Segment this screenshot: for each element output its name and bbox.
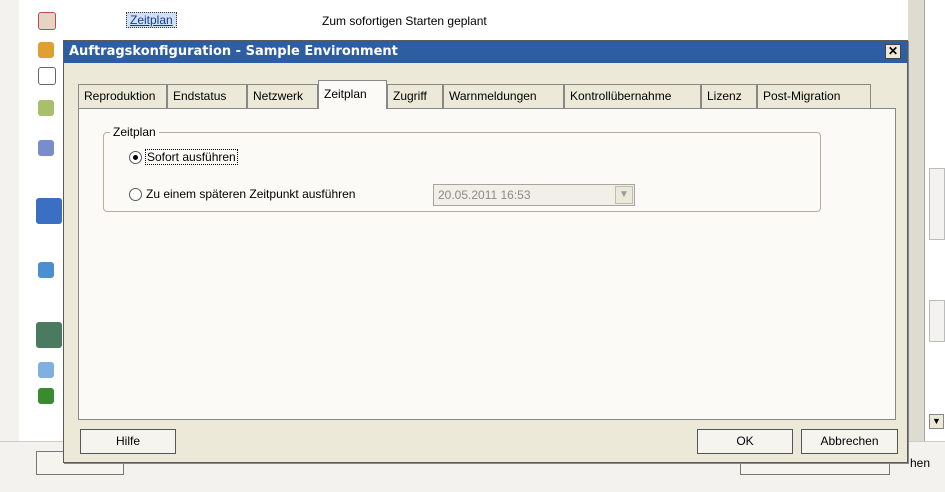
run-now-label[interactable]: Sofort ausführen	[145, 149, 238, 165]
tab-post-migration[interactable]: Post-Migration	[757, 84, 871, 108]
background-row-text: Zum sofortigen Starten geplant	[322, 14, 487, 28]
scroll-down-button[interactable]: ▼	[929, 414, 944, 429]
flag-icon[interactable]	[38, 388, 54, 404]
tab-kontrolluebernahme[interactable]: Kontrollübernahme	[564, 84, 701, 108]
background-bottom-label: hen	[910, 456, 931, 470]
background-panel-block	[929, 300, 945, 342]
users-icon[interactable]	[38, 42, 54, 58]
help-button[interactable]: Hilfe	[80, 429, 176, 454]
calendar-icon[interactable]	[38, 12, 56, 30]
gear-board-icon[interactable]	[36, 322, 62, 348]
dialog-titlebar[interactable]: Auftragskonfiguration - Sample Environme…	[64, 41, 907, 63]
run-later-label[interactable]: Zu einem späteren Zeitpunkt ausführen	[146, 187, 355, 201]
config-dialog: Auftragskonfiguration - Sample Environme…	[63, 40, 908, 463]
tab-zeitplan[interactable]: Zeitplan	[318, 80, 387, 109]
left-icon-strip	[19, 0, 64, 441]
cancel-button[interactable]: Abbrechen	[801, 429, 898, 454]
background-selected-item[interactable]: Zeitplan	[126, 12, 177, 28]
zeitplan-panel: Zeitplan Sofort ausführen Zu einem späte…	[78, 108, 896, 420]
settings-cubes-icon[interactable]	[36, 198, 62, 224]
mail-icon[interactable]	[38, 67, 56, 85]
background-panel-block	[929, 168, 945, 240]
run-later-radio[interactable]	[129, 188, 142, 201]
tab-reproduktion[interactable]: Reproduktion	[78, 84, 167, 108]
tab-zugriff[interactable]: Zugriff	[387, 84, 443, 108]
window-icon[interactable]	[38, 362, 54, 378]
tab-warnmeldungen[interactable]: Warnmeldungen	[443, 84, 564, 108]
tab-netzwerk[interactable]: Netzwerk	[247, 84, 318, 108]
tab-endstatus[interactable]: Endstatus	[167, 84, 247, 108]
schedule-groupbox: Zeitplan Sofort ausführen Zu einem späte…	[103, 125, 821, 212]
chevron-down-icon: ▼	[615, 186, 633, 204]
groupbox-legend: Zeitplan	[110, 125, 159, 139]
background-right-panel	[924, 0, 945, 441]
network-icon[interactable]	[38, 140, 54, 156]
datetime-picker: 20.05.2011 16:53 ▼	[433, 184, 635, 206]
tab-lizenz[interactable]: Lizenz	[701, 84, 757, 108]
background-list: Zeitplan Zum sofortigen Starten geplant	[63, 0, 923, 40]
run-now-radio[interactable]	[129, 151, 142, 164]
close-button[interactable]: ✕	[885, 44, 901, 59]
dialog-title: Auftragskonfiguration - Sample Environme…	[69, 44, 398, 59]
datetime-value: 20.05.2011 16:53	[438, 188, 531, 202]
ok-button[interactable]: OK	[697, 429, 793, 454]
tag-icon[interactable]	[38, 100, 54, 116]
cubes-icon[interactable]	[38, 262, 54, 278]
close-icon: ✕	[887, 44, 899, 58]
